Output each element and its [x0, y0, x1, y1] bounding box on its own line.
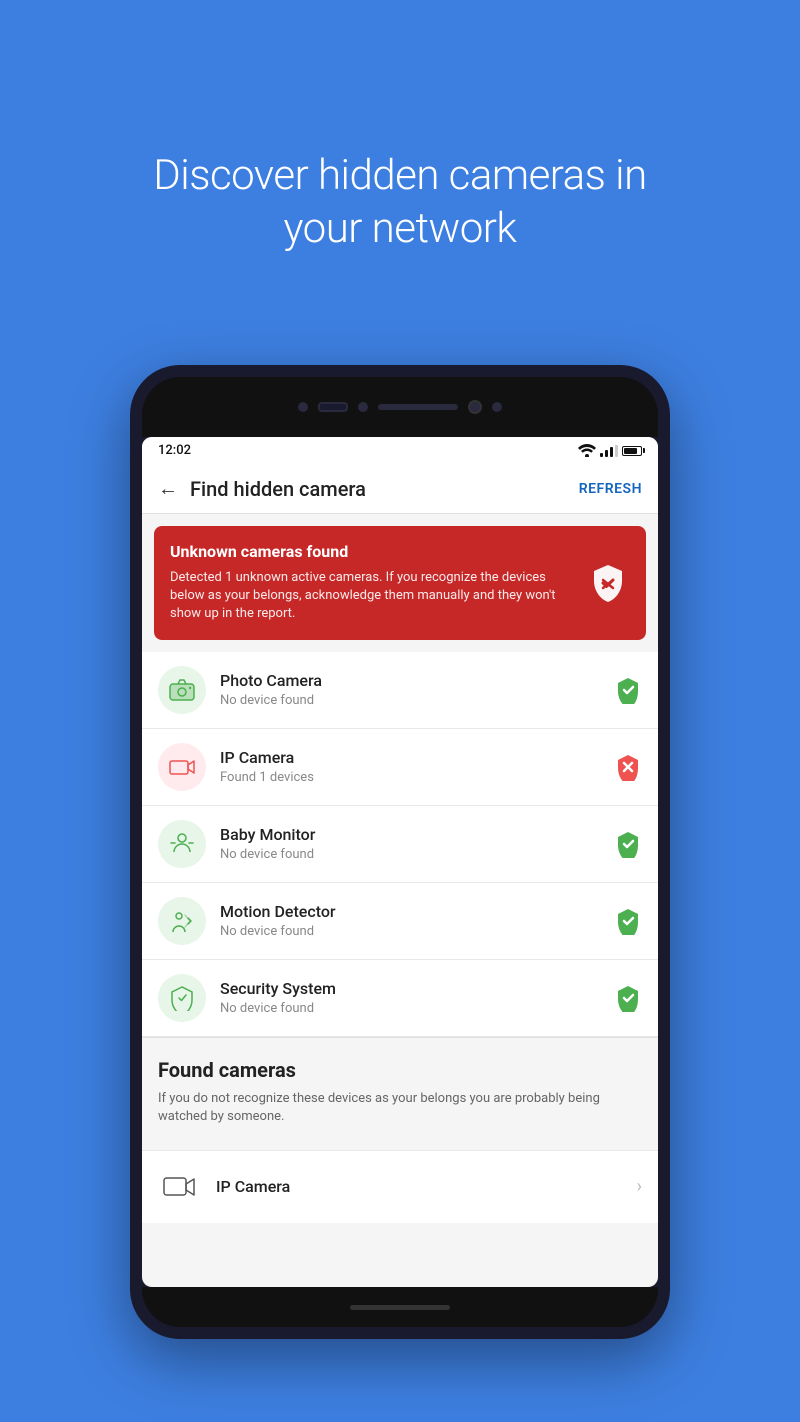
motion-detector-info: Motion Detector No device found — [220, 902, 614, 939]
photo-camera-status: No device found — [220, 693, 614, 708]
ip-camera-info: IP Camera Found 1 devices — [220, 748, 614, 785]
baby-monitor-icon-wrap — [158, 820, 206, 868]
phone-mockup: 12:02 — [130, 365, 670, 1339]
found-ip-camera-label: IP Camera — [216, 1177, 637, 1196]
ip-camera-status: Found 1 devices — [220, 770, 614, 785]
motion-detector-status-icon — [614, 907, 642, 935]
page-title: Find hidden camera — [190, 477, 579, 501]
security-system-status: No device found — [220, 1001, 614, 1016]
alert-title: Unknown cameras found — [170, 542, 574, 561]
found-cameras-description: If you do not recognize these devices as… — [158, 1090, 642, 1126]
baby-monitor-name: Baby Monitor — [220, 825, 614, 844]
found-item-ip-camera[interactable]: IP Camera › — [142, 1150, 658, 1223]
status-time: 12:02 — [158, 443, 191, 458]
baby-monitor-status: No device found — [220, 847, 614, 862]
phone-notch — [142, 377, 658, 437]
device-item-baby-monitor[interactable]: Baby Monitor No device found — [142, 806, 658, 883]
photo-camera-status-icon — [614, 676, 642, 704]
device-item-ip-camera[interactable]: IP Camera Found 1 devices — [142, 729, 658, 806]
device-item-photo-camera[interactable]: Photo Camera No device found — [142, 652, 658, 729]
refresh-button[interactable]: REFRESH — [579, 481, 642, 497]
ip-camera-name: IP Camera — [220, 748, 614, 767]
hero-section: Discover hidden cameras in your network — [0, 0, 800, 365]
app-bar: ← Find hidden camera REFRESH — [142, 464, 658, 514]
security-system-status-icon — [614, 984, 642, 1012]
device-item-motion-detector[interactable]: Motion Detector No device found — [142, 883, 658, 960]
security-system-icon-wrap — [158, 974, 206, 1022]
photo-camera-icon-wrap — [158, 666, 206, 714]
alert-text: Unknown cameras found Detected 1 unknown… — [170, 542, 574, 624]
device-list: Photo Camera No device found IP Ca — [142, 652, 658, 1037]
status-icons — [578, 444, 642, 457]
found-cameras-section: Found cameras If you do not recognize th… — [142, 1037, 658, 1138]
back-button[interactable]: ← — [158, 476, 178, 501]
baby-monitor-status-icon — [614, 830, 642, 858]
phone-screen: 12:02 — [142, 437, 658, 1287]
found-ip-camera-icon — [158, 1165, 202, 1209]
motion-detector-name: Motion Detector — [220, 902, 614, 921]
photo-camera-info: Photo Camera No device found — [220, 671, 614, 708]
alert-description: Detected 1 unknown active cameras. If yo… — [170, 569, 574, 624]
alert-shield-icon — [586, 561, 630, 605]
photo-camera-name: Photo Camera — [220, 671, 614, 690]
baby-monitor-info: Baby Monitor No device found — [220, 825, 614, 862]
device-item-security-system[interactable]: Security System No device found — [142, 960, 658, 1037]
found-item-chevron: › — [637, 1176, 642, 1197]
security-system-info: Security System No device found — [220, 979, 614, 1016]
signal-icon — [600, 445, 618, 457]
found-cameras-title: Found cameras — [158, 1058, 642, 1082]
wifi-icon — [578, 444, 596, 457]
ip-camera-icon-wrap — [158, 743, 206, 791]
alert-banner: Unknown cameras found Detected 1 unknown… — [154, 526, 646, 640]
motion-detector-status: No device found — [220, 924, 614, 939]
security-system-name: Security System — [220, 979, 614, 998]
ip-camera-status-icon — [614, 753, 642, 781]
status-bar: 12:02 — [142, 437, 658, 464]
motion-detector-icon-wrap — [158, 897, 206, 945]
hero-title: Discover hidden cameras in your network — [80, 70, 720, 315]
battery-icon — [622, 446, 642, 456]
